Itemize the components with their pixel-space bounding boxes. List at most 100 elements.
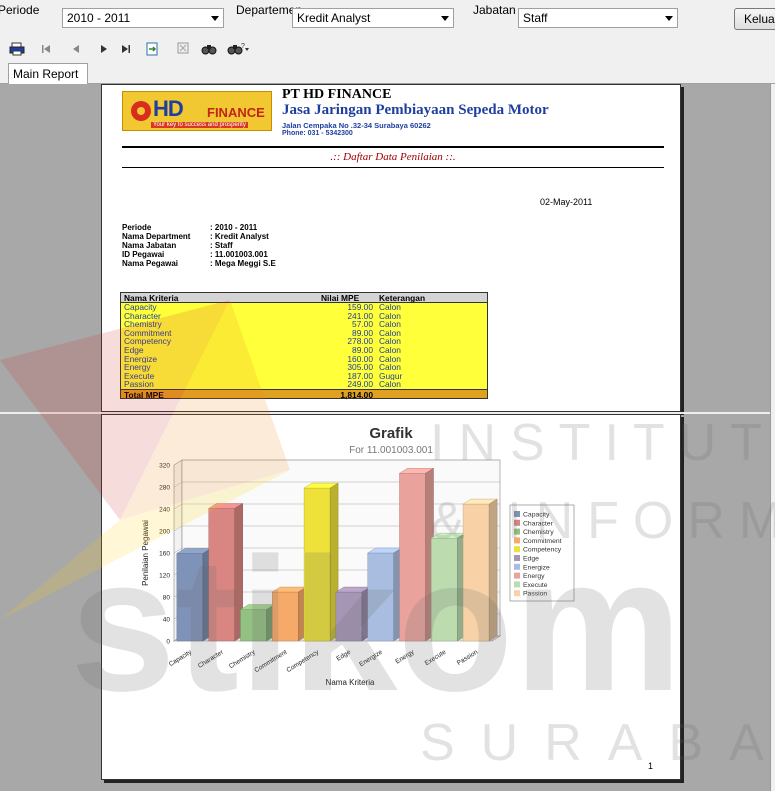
y-axis-title: Penilaian Pegawai	[141, 520, 150, 586]
logo-text-hd: HD	[153, 96, 184, 121]
chart-title: Grafik	[369, 425, 413, 442]
company-motto: Jasa Jaringan Pembiayaan Sepeda Motor	[282, 102, 549, 118]
header-divider	[122, 146, 664, 148]
legend-swatch	[514, 546, 520, 553]
x-tick-label: Character	[197, 648, 226, 670]
total-label: Total MPE	[124, 389, 164, 400]
y-tick-label: 160	[159, 551, 170, 558]
bar-character	[208, 508, 235, 642]
bar-capacity	[176, 553, 204, 642]
legend-swatch	[514, 528, 520, 535]
viewer-scrollbar[interactable]	[770, 84, 775, 791]
report-date: 02-May-2011	[540, 197, 593, 207]
bar-energize	[367, 552, 394, 642]
departemen-value: Kredit Analyst	[297, 11, 371, 25]
company-address: Jalan Cempaka No .32-34 Surabaya 60262	[282, 121, 431, 130]
jabatan-select[interactable]: Staff	[518, 8, 678, 28]
legend-swatch	[514, 581, 520, 588]
criteria-table: Nama Kriteria Nilai MPE Keterangan Capac…	[120, 292, 488, 400]
bar-competency	[303, 487, 331, 642]
legend-swatch	[514, 590, 520, 597]
departemen-select[interactable]: Kredit Analyst	[292, 8, 454, 28]
legend-label: Capacity	[523, 512, 550, 519]
legend-swatch	[514, 511, 520, 517]
legend-swatch	[514, 537, 520, 544]
info-row-nama-pegawai: Nama Pegawai: Mega Meggi S.E	[122, 259, 276, 268]
exit-button[interactable]: Keluar	[734, 8, 775, 30]
find-icon[interactable]	[200, 42, 218, 58]
total-value: 1,814.00	[340, 389, 373, 400]
x-tick-label: Energy	[394, 648, 416, 665]
bar-side-passion	[488, 498, 498, 642]
y-tick-label: 320	[159, 463, 170, 470]
bar-execute	[431, 537, 458, 642]
title-divider	[122, 167, 664, 168]
y-tick-label: 0	[166, 639, 170, 646]
x-tick-label: Execute	[424, 649, 448, 668]
y-tick-label: 200	[159, 529, 170, 536]
table-row: Execute 187.00 Gugur	[120, 372, 488, 381]
tab-main-report[interactable]: Main Report	[8, 63, 88, 85]
legend-swatch	[514, 563, 520, 570]
legend-label: Character	[523, 520, 554, 527]
legend-swatch	[514, 555, 520, 561]
y-tick-label: 120	[159, 573, 170, 580]
exit-button-label: Keluar	[744, 12, 775, 26]
last-page-icon[interactable]	[120, 42, 132, 58]
y-tick-label: 40	[163, 617, 171, 624]
legend-label: Energize	[523, 564, 550, 571]
page-number: 1	[648, 761, 654, 771]
legend-label: Execute	[523, 582, 548, 589]
filter-bar: Periode 2010 - 2011 Departemen Kredit An…	[0, 0, 775, 38]
table-row: Passion 249.00 Calon	[120, 380, 488, 389]
x-tick-label: Passion	[456, 649, 480, 667]
report-title: .:: Daftar Data Penilaian ::.	[330, 151, 456, 163]
y-tick-label: 240	[159, 507, 170, 514]
legend-label: Passion	[523, 591, 547, 598]
tab-strip: Main Report	[0, 62, 775, 85]
table-row: Character 241.00 Calon	[120, 311, 488, 321]
x-tick-label: Commitment	[253, 649, 288, 675]
report-page-chart: Grafik For 11.001003.001 0 40 80 120 160 200 2…	[101, 414, 681, 780]
close-icon[interactable]	[176, 42, 190, 58]
chevron-down-icon	[211, 16, 219, 21]
info-row-id-pegawai: ID Pegawai: 11.001003.001	[122, 250, 268, 259]
info-row-periode: Periode: 2010 - 2011	[122, 223, 258, 232]
company-name: PT HD FINANCE	[282, 87, 392, 102]
report-page-table: HD FINANCE Your key to success and prosp…	[101, 84, 681, 412]
table-row: Capacity 159.00 Calon	[120, 303, 488, 312]
find-options-icon[interactable]: ?	[226, 42, 252, 58]
table-total-row: Total MPE 1,814.00	[120, 388, 488, 400]
bar-chemistry	[240, 609, 267, 642]
legend-label: Energy	[523, 573, 545, 580]
table-row: Energy 305.00 Calon	[120, 363, 488, 372]
periode-label: Periode	[0, 3, 40, 17]
print-icon[interactable]	[8, 42, 26, 58]
logo-text-finance: FINANCE	[207, 105, 265, 120]
chevron-down-icon	[441, 16, 449, 21]
bar-edge	[335, 591, 363, 642]
prev-page-icon[interactable]	[70, 42, 82, 58]
legend-swatch	[514, 519, 520, 526]
table-header: Nama Kriteria Nilai MPE Keterangan	[120, 292, 488, 303]
x-tick-label: Energize	[358, 649, 384, 669]
tab-main-report-label: Main Report	[13, 67, 79, 81]
table-row: Energize 160.00 Calon	[120, 354, 488, 364]
bar-passion	[462, 503, 490, 642]
logo-mark	[131, 101, 151, 121]
periode-select[interactable]: 2010 - 2011	[62, 8, 224, 28]
info-row-jabatan: Nama Jabatan: Staff	[122, 241, 233, 250]
chevron-down-icon	[665, 16, 673, 21]
logo-tagline: Your key to success and prosperity	[151, 122, 248, 128]
export-icon[interactable]	[144, 42, 160, 58]
y-tick-label: 280	[159, 485, 170, 492]
bar-commitment	[272, 591, 299, 642]
x-tick-label: Chemistry	[228, 648, 257, 670]
next-page-icon[interactable]	[98, 42, 110, 58]
company-logo: HD FINANCE Your key to success and prosp…	[122, 91, 272, 131]
legend-label: Edge	[523, 556, 539, 563]
report-viewer[interactable]: HD FINANCE Your key to success and prosp…	[0, 84, 775, 791]
first-page-icon[interactable]	[40, 42, 52, 58]
report-toolbar: ?	[0, 38, 775, 62]
legend-label: Commitment	[523, 538, 562, 545]
